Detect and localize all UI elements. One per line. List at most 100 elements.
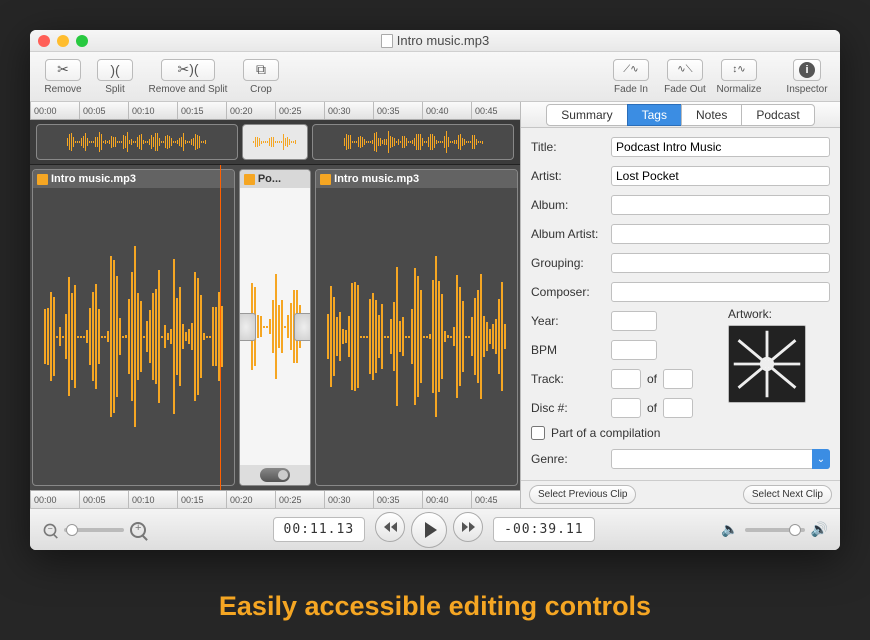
bpm-label: BPM	[531, 343, 611, 357]
zoom-controls: − +	[42, 522, 146, 538]
record-toggle[interactable]	[260, 468, 290, 482]
audio-file-icon	[320, 174, 331, 185]
transport-bar: − + 00:11.13 -00:39.11 🔈 🔊	[30, 508, 840, 550]
window-title-text: Intro music.mp3	[397, 33, 489, 48]
album-field[interactable]	[611, 195, 830, 215]
overview-clip-2[interactable]	[242, 124, 309, 160]
track-label: Track:	[531, 372, 611, 386]
genre-field[interactable]	[611, 449, 830, 469]
time-ruler-bottom[interactable]: 00:0000:0500:1000:1500:2000:2500:3000:35…	[30, 490, 520, 508]
clip-title: Intro music.mp3	[334, 173, 419, 185]
speaker-handle-left[interactable]	[239, 313, 256, 341]
scissors-icon: ✂	[57, 61, 69, 78]
audio-file-icon	[37, 174, 48, 185]
compilation-label: Part of a compilation	[551, 426, 660, 440]
tab-notes[interactable]: Notes	[681, 104, 742, 126]
fade-out-icon: ∿⟍	[677, 64, 692, 75]
volume-high-icon: 🔊	[811, 521, 828, 538]
track-number-field[interactable]	[611, 369, 641, 389]
album-artist-label: Album Artist:	[531, 227, 611, 241]
year-label: Year:	[531, 314, 611, 328]
artwork-label: Artwork:	[728, 307, 818, 321]
grouping-label: Grouping:	[531, 256, 611, 270]
genre-label: Genre:	[531, 452, 611, 466]
select-next-clip-button[interactable]: Select Next Clip	[743, 485, 832, 504]
volume-low-icon: 🔈	[721, 521, 738, 538]
crop-button[interactable]: ⧉ Crop	[236, 59, 286, 95]
title-label: Title:	[531, 140, 611, 154]
fade-in-button[interactable]: ⟋∿ Fade In	[604, 59, 658, 95]
play-button[interactable]	[411, 512, 447, 548]
artwork-image[interactable]	[728, 325, 806, 403]
forward-button[interactable]	[453, 512, 483, 542]
overview-track[interactable]	[30, 120, 520, 165]
normalize-icon: ↕∿	[732, 64, 745, 75]
fade-in-icon: ⟋∿	[623, 64, 638, 75]
overview-clip-3[interactable]	[312, 124, 514, 160]
album-label: Album:	[531, 198, 611, 212]
window-title: Intro music.mp3	[381, 33, 489, 48]
toolbar: ✂ Remove )( Split ✂)( Remove and Split ⧉…	[30, 52, 840, 102]
clip-3[interactable]: Intro music.mp3	[315, 169, 518, 486]
grouping-field[interactable]	[611, 253, 830, 273]
app-window: Intro music.mp3 ✂ Remove )( Split ✂)( Re…	[30, 30, 840, 550]
inspector-tabs: SummaryTagsNotesPodcast	[521, 102, 840, 128]
speaker-handle-right[interactable]	[294, 313, 311, 341]
crop-icon: ⧉	[256, 61, 266, 78]
waveform-editor: 00:0000:0500:1000:1500:2000:2500:3000:35…	[30, 102, 520, 508]
position-time: 00:11.13	[273, 517, 366, 542]
artist-field[interactable]	[611, 166, 830, 186]
split-icon: )(	[110, 62, 119, 78]
time-ruler-top[interactable]: 00:0000:0500:1000:1500:2000:2500:3000:35…	[30, 102, 520, 120]
zoom-out-icon[interactable]: −	[44, 523, 57, 536]
main-track[interactable]: Intro music.mp3 Po... Intro music.mp3	[30, 165, 520, 490]
info-icon: i	[799, 62, 815, 78]
play-icon	[425, 522, 437, 538]
disc-number-field[interactable]	[611, 398, 641, 418]
bpm-field[interactable]	[611, 340, 657, 360]
clip-2[interactable]: Po...	[239, 169, 311, 486]
tab-tags[interactable]: Tags	[627, 104, 682, 126]
titlebar: Intro music.mp3	[30, 30, 840, 52]
clip-1[interactable]: Intro music.mp3	[32, 169, 235, 486]
marketing-caption: Easily accessible editing controls	[0, 591, 870, 622]
traffic-lights	[38, 35, 88, 47]
track-total-field[interactable]	[663, 369, 693, 389]
rewind-button[interactable]	[375, 512, 405, 542]
tab-summary[interactable]: Summary	[546, 104, 627, 126]
disc-label: Disc #:	[531, 401, 611, 415]
tab-podcast[interactable]: Podcast	[741, 104, 814, 126]
clip-title: Po...	[258, 173, 281, 185]
normalize-button[interactable]: ↕∿ Normalize	[712, 59, 766, 95]
remove-button[interactable]: ✂ Remove	[36, 59, 90, 95]
select-prev-clip-button[interactable]: Select Previous Clip	[529, 485, 636, 504]
fade-out-button[interactable]: ∿⟍ Fade Out	[658, 59, 712, 95]
zoom-icon[interactable]	[76, 35, 88, 47]
title-field[interactable]	[611, 137, 830, 157]
album-artist-field[interactable]	[611, 224, 830, 244]
minimize-icon[interactable]	[57, 35, 69, 47]
year-field[interactable]	[611, 311, 657, 331]
remove-and-split-button[interactable]: ✂)( Remove and Split	[140, 59, 236, 95]
scissors-split-icon: ✂)(	[177, 61, 198, 78]
overview-clip-1[interactable]	[36, 124, 238, 160]
document-icon	[381, 34, 393, 48]
split-button[interactable]: )( Split	[90, 59, 140, 95]
remaining-time: -00:39.11	[493, 517, 594, 542]
playhead[interactable]	[220, 165, 221, 490]
zoom-slider[interactable]	[64, 528, 124, 532]
chevron-down-icon[interactable]: ⌄	[812, 449, 830, 469]
inspector-button[interactable]: i Inspector	[780, 59, 834, 95]
inspector-panel: SummaryTagsNotesPodcast Title: Artist: A…	[520, 102, 840, 508]
clip-title: Intro music.mp3	[51, 173, 136, 185]
artist-label: Artist:	[531, 169, 611, 183]
volume-controls: 🔈 🔊	[721, 521, 828, 538]
close-icon[interactable]	[38, 35, 50, 47]
tags-form: Title: Artist: Album: Album Artist: Grou…	[521, 128, 840, 480]
compilation-checkbox[interactable]	[531, 426, 545, 440]
composer-field[interactable]	[611, 282, 830, 302]
inspector-footer: Select Previous Clip Select Next Clip	[521, 480, 840, 508]
volume-slider[interactable]	[745, 528, 805, 532]
zoom-in-icon[interactable]: +	[130, 522, 146, 538]
disc-total-field[interactable]	[663, 398, 693, 418]
